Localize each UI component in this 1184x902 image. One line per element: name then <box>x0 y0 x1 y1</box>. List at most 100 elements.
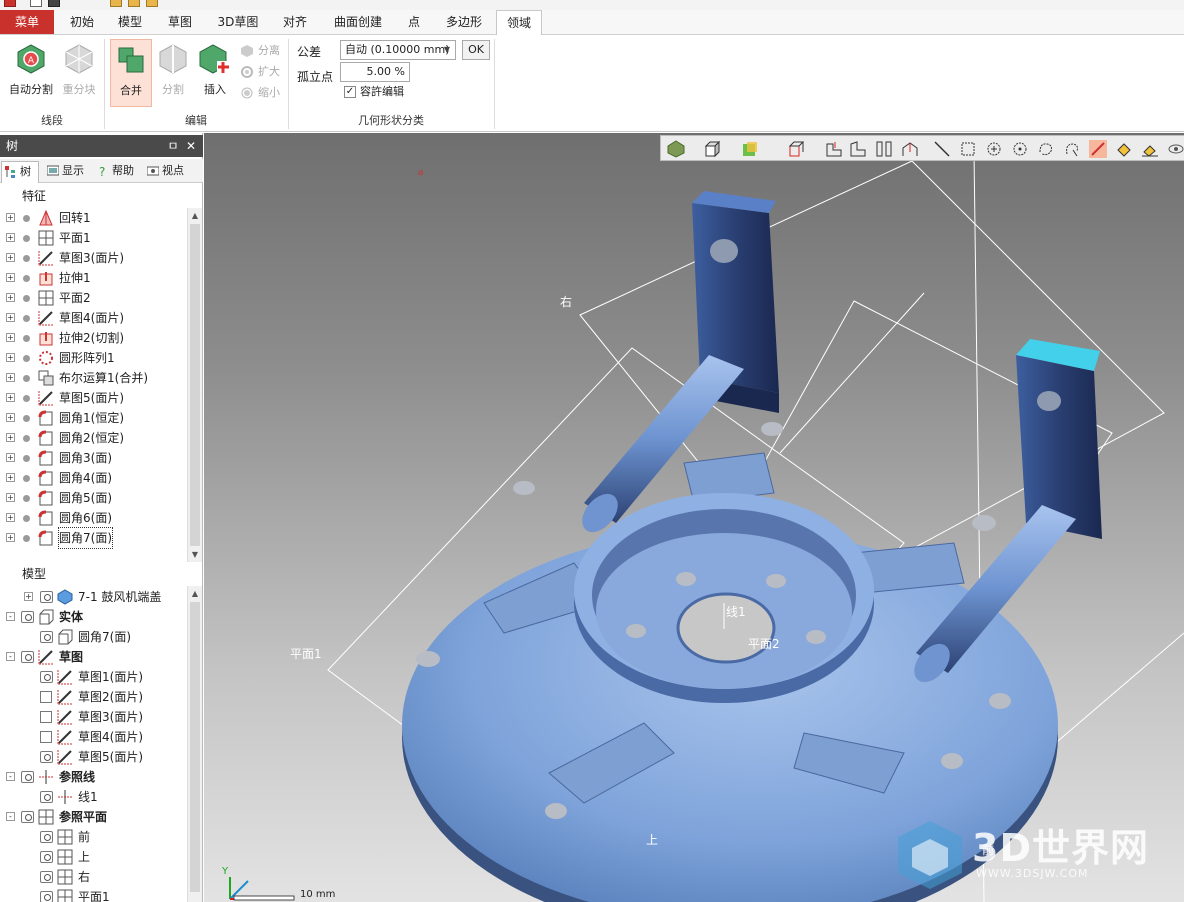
eye-icon[interactable] <box>40 851 53 863</box>
tab-display[interactable]: 显示 <box>44 161 90 183</box>
model-scrollbar[interactable]: ▲ <box>187 586 202 902</box>
folder-icon[interactable] <box>146 0 158 7</box>
feature-tree-item[interactable]: + 草图3(面片) <box>0 248 186 268</box>
eye-icon[interactable] <box>40 831 53 843</box>
model-tree-item[interactable]: 草图5(面片) <box>0 747 186 767</box>
expand-icon[interactable]: + <box>6 253 15 262</box>
new-file-icon[interactable] <box>30 0 42 7</box>
model-tree-item[interactable]: 平面1 <box>0 887 186 902</box>
feature-tree-item[interactable]: + 圆角7(面) <box>0 527 186 549</box>
auto-split-button[interactable]: A 自动分割 <box>6 39 56 107</box>
model-tree-item[interactable]: - 参照平面 <box>0 807 186 827</box>
tab-help[interactable]: ? 帮助 <box>94 161 140 183</box>
merge-button[interactable]: 合并 <box>110 39 152 107</box>
expand-icon[interactable]: + <box>6 353 15 362</box>
3d-viewport[interactable]: ⌀ Y 右 平面1 平面2 线1 上 前 10 mm 3D世界网 WWW.3DS… <box>204 133 1184 902</box>
model-tree-item[interactable]: 草图2(面片) <box>0 687 186 707</box>
app-icon[interactable] <box>4 0 16 7</box>
scroll-up-icon[interactable]: ▲ <box>188 586 202 601</box>
rectangle-select-icon[interactable] <box>959 140 977 158</box>
feature-tree-item[interactable]: + 草图4(面片) <box>0 308 186 328</box>
model-tree-item[interactable]: 上 <box>0 847 186 867</box>
separate-button[interactable]: 分离 <box>240 41 280 61</box>
expand-icon[interactable]: + <box>6 433 15 442</box>
expand-icon[interactable]: + <box>6 213 15 222</box>
polygon-select-icon[interactable] <box>1011 140 1029 158</box>
eye-icon[interactable] <box>40 751 53 763</box>
ok-button[interactable]: OK <box>462 40 490 60</box>
feature-tree-item[interactable]: + 布尔运算1(合并) <box>0 368 186 388</box>
render-mode-icon[interactable] <box>741 140 759 158</box>
tab-region[interactable]: 领域 <box>496 10 542 36</box>
section-view-icon[interactable] <box>787 140 805 158</box>
expand-icon[interactable]: + <box>6 393 15 402</box>
tab-sketch[interactable]: 草图 <box>158 10 202 34</box>
insert-button[interactable]: 插入 <box>192 39 238 107</box>
split-view-icon[interactable] <box>875 140 893 158</box>
curvature-view-icon[interactable] <box>849 140 867 158</box>
feature-tree-item[interactable]: + 圆形阵列1 <box>0 348 186 368</box>
expand-icon[interactable]: + <box>6 513 15 522</box>
resplit-button[interactable]: 重分块 <box>54 39 104 107</box>
scroll-thumb[interactable] <box>190 602 200 892</box>
eye-icon[interactable] <box>21 771 34 783</box>
model-tree-item[interactable]: +7-1 鼓风机端盖 <box>0 587 186 607</box>
shrink-button[interactable]: 缩小 <box>240 83 280 103</box>
freeform-select-icon[interactable] <box>1037 140 1055 158</box>
model-scene[interactable]: ⌀ Y <box>204 133 1184 902</box>
folder-icon[interactable] <box>128 0 140 7</box>
expand-icon[interactable]: + <box>6 533 15 542</box>
feature-tree-item[interactable]: + 圆角6(面) <box>0 508 186 528</box>
feature-tree-item[interactable]: + 圆角2(恒定) <box>0 428 186 448</box>
isolated-points-input[interactable]: 5.00 % <box>340 62 410 82</box>
expand-icon[interactable]: + <box>6 413 15 422</box>
expand-icon[interactable]: + <box>6 233 15 242</box>
circle-select-icon[interactable] <box>985 140 1003 158</box>
folder-icon[interactable] <box>110 0 122 7</box>
expand-icon[interactable]: + <box>6 313 15 322</box>
feature-tree-item[interactable]: + 拉伸1 <box>0 268 186 288</box>
line-select-icon[interactable] <box>933 140 951 158</box>
eye-icon[interactable] <box>40 591 53 603</box>
view-orientation-icon[interactable] <box>667 140 685 158</box>
expand-icon[interactable]: + <box>6 273 15 282</box>
eye-icon[interactable] <box>21 611 34 623</box>
tolerance-select[interactable]: 自动 (0.10000 mm) ▼ <box>340 40 456 60</box>
pin-icon[interactable]: ㅁ <box>166 135 180 157</box>
model-tree-item[interactable]: - 实体 <box>0 607 186 627</box>
model-tree-item[interactable]: - 草图 <box>0 647 186 667</box>
feature-tree-item[interactable]: + 圆角4(面) <box>0 468 186 488</box>
collapse-icon[interactable]: - <box>6 652 15 661</box>
eye-icon[interactable] <box>40 671 53 683</box>
feature-tree-item[interactable]: + 圆角3(面) <box>0 448 186 468</box>
feature-tree-item[interactable]: + 圆角5(面) <box>0 488 186 508</box>
feature-tree-item[interactable]: + 回转1 <box>0 208 186 228</box>
feature-tree-item[interactable]: + 拉伸2(切割) <box>0 328 186 348</box>
eye-icon[interactable] <box>21 811 34 823</box>
feature-scrollbar[interactable]: ▲ ▼ <box>187 208 202 562</box>
expand-icon[interactable]: + <box>6 493 15 502</box>
visibility-checkbox[interactable] <box>40 711 52 723</box>
tab-3d-sketch[interactable]: 3D草图 <box>212 10 264 34</box>
box-view-icon[interactable] <box>703 140 721 158</box>
tab-polygon[interactable]: 多边形 <box>438 10 490 34</box>
tab-point[interactable]: 点 <box>398 10 430 34</box>
visibility-checkbox[interactable] <box>40 691 52 703</box>
tab-initial[interactable]: 初始 <box>60 10 104 34</box>
tab-viewpoint[interactable]: 视点 <box>144 161 192 183</box>
tab-surface-create[interactable]: 曲面创建 <box>326 10 390 34</box>
expand-icon[interactable]: + <box>6 473 15 482</box>
expand-icon[interactable]: + <box>6 373 15 382</box>
clip-view-icon[interactable] <box>901 140 919 158</box>
tab-model[interactable]: 模型 <box>108 10 152 34</box>
expand-icon[interactable]: + <box>6 293 15 302</box>
scroll-thumb[interactable] <box>190 224 200 546</box>
align-view-icon[interactable] <box>825 140 843 158</box>
collapse-icon[interactable]: - <box>6 772 15 781</box>
fill-bucket-icon[interactable] <box>1115 140 1133 158</box>
eraser-icon[interactable] <box>1141 140 1159 158</box>
model-tree-item[interactable]: 右 <box>0 867 186 887</box>
feature-tree-item[interactable]: + 圆角1(恒定) <box>0 408 186 428</box>
collapse-icon[interactable]: - <box>6 612 15 621</box>
tab-align[interactable]: 对齐 <box>274 10 316 34</box>
